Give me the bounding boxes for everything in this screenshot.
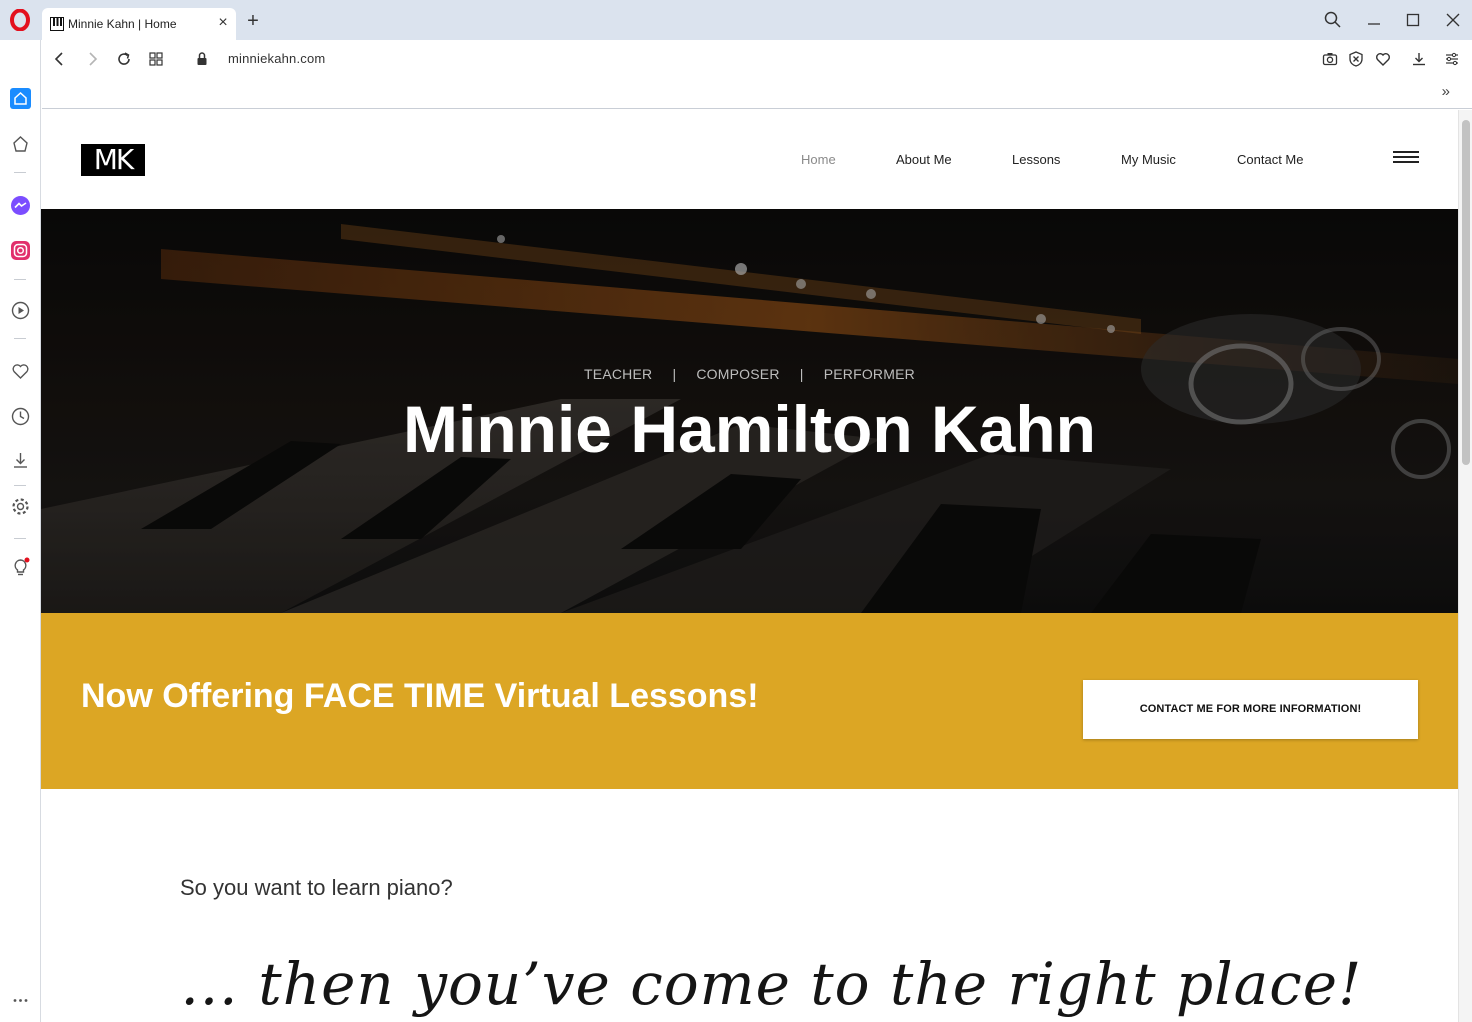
reload-icon[interactable] — [115, 50, 133, 68]
close-window-icon[interactable] — [1441, 8, 1465, 32]
role-separator: | — [799, 366, 804, 382]
downloads-icon[interactable] — [1410, 50, 1428, 68]
sidebar-separator — [14, 279, 26, 280]
search-tabs-icon[interactable] — [1321, 8, 1345, 32]
history-icon[interactable] — [10, 406, 31, 427]
minimize-icon[interactable] — [1362, 8, 1386, 32]
opera-logo-icon[interactable] — [9, 9, 31, 31]
nav-lessons[interactable]: Lessons — [1012, 152, 1060, 167]
sidebar-separator — [14, 538, 26, 539]
bookmarks-heart-icon[interactable] — [10, 361, 31, 382]
easy-setup-icon[interactable] — [1443, 50, 1461, 68]
contact-info-button[interactable]: CONTACT ME FOR MORE INFORMATION! — [1083, 680, 1418, 739]
pinboards-icon[interactable] — [10, 134, 31, 155]
sidebar-separator — [14, 338, 26, 339]
url-field[interactable]: minniekahn.com — [228, 51, 325, 66]
role-performer: PERFORMER — [823, 366, 915, 382]
site-logo[interactable]: MK — [81, 144, 145, 176]
player-icon[interactable] — [10, 300, 31, 321]
role-composer: COMPOSER — [696, 366, 780, 382]
sidebar-downloads-icon[interactable] — [10, 450, 31, 471]
sidebar-separator — [14, 485, 26, 486]
role-separator: | — [672, 366, 677, 382]
tips-lightbulb-icon[interactable] — [10, 557, 31, 578]
promo-banner: Now Offering FACE TIME Virtual Lessons! … — [41, 613, 1458, 789]
back-icon[interactable] — [51, 50, 69, 68]
role-teacher: TEACHER — [584, 366, 653, 382]
nav-my-music[interactable]: My Music — [1121, 152, 1176, 167]
speed-dial-icon[interactable] — [147, 50, 165, 68]
intro-heading: So you want to learn piano? — [180, 875, 453, 900]
home-icon[interactable] — [10, 88, 31, 109]
hamburger-menu-icon[interactable] — [1393, 151, 1419, 165]
piano-favicon-icon — [50, 17, 64, 31]
instagram-icon[interactable] — [10, 240, 31, 261]
new-tab-button[interactable]: + — [243, 11, 263, 31]
browser-tab[interactable]: Minnie Kahn | Home × — [42, 8, 236, 40]
settings-gear-icon[interactable] — [10, 496, 31, 517]
nav-contact-me[interactable]: Contact Me — [1237, 152, 1303, 167]
promo-headline: Now Offering FACE TIME Virtual Lessons! — [81, 677, 759, 715]
nav-about-me[interactable]: About Me — [896, 152, 952, 167]
address-bar: minniekahn.com — [42, 40, 1472, 78]
maximize-icon[interactable] — [1401, 8, 1425, 32]
web-page: MK Home About Me Lessons My Music Contac… — [41, 110, 1458, 1022]
forward-icon[interactable] — [83, 50, 101, 68]
script-tagline: … then you’ve come to the right place! — [180, 950, 1363, 1018]
bookmarks-overflow-button[interactable]: » — [1442, 83, 1450, 100]
heart-bookmark-icon[interactable] — [1374, 50, 1392, 68]
adblock-icon[interactable] — [1347, 50, 1365, 68]
tab-title: Minnie Kahn | Home — [68, 17, 177, 31]
lock-icon[interactable] — [193, 50, 211, 68]
tab-bar: Minnie Kahn | Home × + — [0, 0, 1472, 40]
hero-banner: TEACHER | COMPOSER | PERFORMER Minnie Ha… — [41, 209, 1458, 613]
bookmarks-bar: » — [42, 78, 1472, 109]
sidebar-separator — [14, 172, 26, 173]
scrollbar-thumb[interactable] — [1462, 120, 1470, 465]
tab-close-icon[interactable]: × — [214, 14, 232, 32]
hero-roles: TEACHER | COMPOSER | PERFORMER — [41, 366, 1458, 382]
hero-title: Minnie Hamilton Kahn — [403, 392, 1096, 466]
snapshot-icon[interactable] — [1321, 50, 1339, 68]
sidebar-more-icon[interactable] — [10, 990, 31, 1011]
page-scrollbar[interactable] — [1458, 110, 1472, 1022]
messenger-icon[interactable] — [10, 195, 31, 216]
site-header: MK Home About Me Lessons My Music Contac… — [41, 110, 1458, 209]
browser-sidebar — [0, 40, 41, 1022]
nav-home[interactable]: Home — [801, 152, 836, 167]
